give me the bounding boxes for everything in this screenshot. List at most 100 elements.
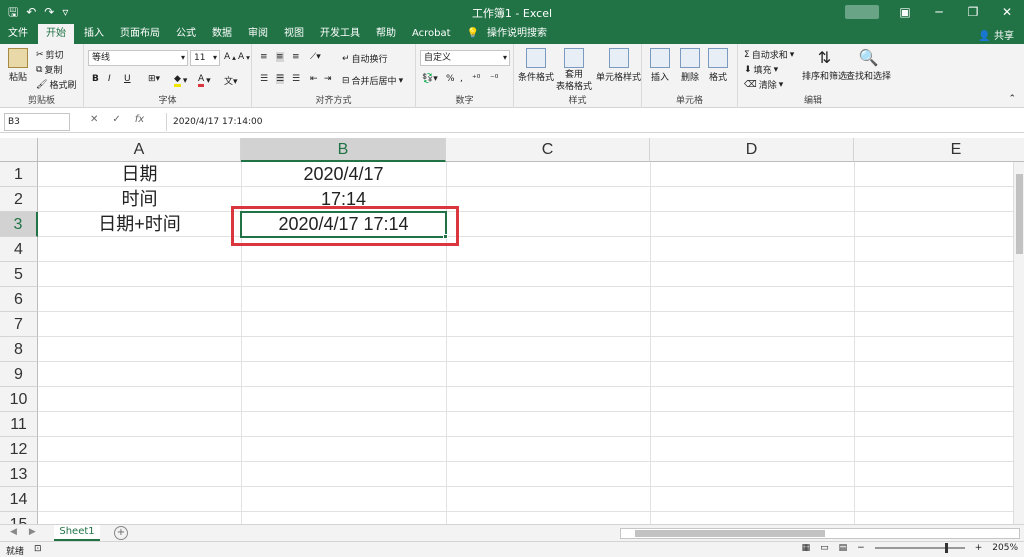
row-header-15[interactable]: 15 xyxy=(0,512,38,524)
sheet-tab-sheet1[interactable]: Sheet1 xyxy=(54,525,100,541)
insert-function-icon[interactable]: fx xyxy=(135,114,144,125)
autosum-button[interactable]: Σ 自动求和 ▾ xyxy=(744,48,794,62)
enter-icon[interactable]: ✓ xyxy=(112,114,120,125)
cell-b1[interactable]: 2020/4/17 xyxy=(241,162,446,187)
sheet-prev-icon[interactable]: ◀ xyxy=(10,527,17,537)
vertical-scrollbar[interactable] xyxy=(1013,162,1024,524)
font-size-combo[interactable]: 11 ▾ xyxy=(190,50,220,66)
row-header-2[interactable]: 2 xyxy=(0,187,38,212)
cell-a3[interactable]: 日期+时间 xyxy=(38,212,241,237)
restore-icon[interactable]: ❐ xyxy=(956,0,990,24)
wrap-text-button[interactable]: ↵ 自动换行 xyxy=(342,52,388,66)
cancel-icon[interactable]: ✕ xyxy=(90,114,98,125)
phonetic-icon[interactable]: 文▾ xyxy=(224,74,238,87)
align-left-icon[interactable]: ☰ xyxy=(260,74,268,84)
column-header-e[interactable]: E xyxy=(854,138,1024,162)
row-header-10[interactable]: 10 xyxy=(0,387,38,412)
row-header-6[interactable]: 6 xyxy=(0,287,38,312)
orientation-icon[interactable]: ⟋▾ xyxy=(310,52,321,62)
borders-icon[interactable]: ⊞▾ xyxy=(148,74,160,84)
row-header-12[interactable]: 12 xyxy=(0,437,38,462)
percent-button[interactable]: % xyxy=(446,74,455,84)
formula-input[interactable]: 2020/4/17 17:14:00 xyxy=(166,113,1018,131)
zoom-out-button[interactable]: − xyxy=(857,543,865,553)
paste-button[interactable]: 粘贴 xyxy=(8,48,28,83)
format-cells-button[interactable]: 格式 xyxy=(708,48,728,83)
vertical-scroll-thumb[interactable] xyxy=(1016,174,1023,254)
align-center-icon[interactable]: ☰ xyxy=(276,74,285,84)
add-sheet-icon[interactable]: + xyxy=(114,526,128,540)
fill-button[interactable]: ⬇ 填充 ▾ xyxy=(744,63,778,77)
name-box[interactable]: B3 xyxy=(4,113,70,131)
cell-a2[interactable]: 时间 xyxy=(38,187,241,212)
row-header-1[interactable]: 1 xyxy=(0,162,38,187)
copy-button[interactable]: ⧉ 复制 xyxy=(36,63,62,77)
tab-review[interactable]: 审阅 xyxy=(240,24,276,44)
horizontal-scrollbar[interactable] xyxy=(620,528,1020,539)
page-layout-view-icon[interactable]: ▭ xyxy=(820,543,829,553)
column-header-d[interactable]: D xyxy=(650,138,854,162)
zoom-level[interactable]: 205% xyxy=(992,543,1018,553)
zoom-slider-knob[interactable] xyxy=(944,543,948,553)
find-select-button[interactable]: 🔍 查找和选择 xyxy=(846,48,891,82)
tab-file[interactable]: 文件 xyxy=(0,24,36,44)
delete-cells-button[interactable]: 删除 xyxy=(680,48,700,83)
row-header-3[interactable]: 3 xyxy=(0,212,38,237)
tab-acrobat[interactable]: Acrobat xyxy=(404,24,459,44)
comma-button[interactable]: , xyxy=(460,74,463,84)
tab-view[interactable]: 视图 xyxy=(276,24,312,44)
tab-formulas[interactable]: 公式 xyxy=(168,24,204,44)
underline-button[interactable]: U xyxy=(124,74,131,84)
row-header-9[interactable]: 9 xyxy=(0,362,38,387)
row-header-5[interactable]: 5 xyxy=(0,262,38,287)
increase-indent-icon[interactable]: ⇥ xyxy=(324,74,332,84)
cell-styles-button[interactable]: 单元格样式 xyxy=(596,48,641,83)
select-all-corner[interactable] xyxy=(0,138,38,162)
column-header-a[interactable]: A xyxy=(38,138,241,162)
align-bottom-icon[interactable]: ≡ xyxy=(292,52,300,62)
worksheet-grid[interactable]: A B C D E 1 2 3 4 5 6 7 8 9 10 11 12 13 … xyxy=(0,138,1024,524)
decrease-decimal-icon[interactable]: ⁻⁰ xyxy=(490,74,498,84)
normal-view-icon[interactable]: ▦ xyxy=(802,543,811,553)
sheet-next-icon[interactable]: ▶ xyxy=(29,527,36,537)
merge-center-button[interactable]: ⊟ 合并后居中 ▾ xyxy=(342,74,403,88)
tab-home[interactable]: 开始 xyxy=(38,24,74,44)
row-header-13[interactable]: 13 xyxy=(0,462,38,487)
grow-font-icon[interactable]: A ▴ xyxy=(224,52,236,62)
clear-button[interactable]: ⌫ 清除 ▾ xyxy=(744,78,783,92)
currency-icon[interactable]: 💱▾ xyxy=(422,74,438,84)
insert-cells-button[interactable]: 插入 xyxy=(650,48,670,83)
account-avatar[interactable] xyxy=(845,5,879,19)
row-header-11[interactable]: 11 xyxy=(0,412,38,437)
tab-data[interactable]: 数据 xyxy=(204,24,240,44)
minimize-icon[interactable]: ─ xyxy=(922,0,956,24)
row-header-4[interactable]: 4 xyxy=(0,237,38,262)
format-as-table-button[interactable]: 套用 表格格式 xyxy=(556,48,592,92)
column-header-b[interactable]: B xyxy=(241,138,446,162)
row-header-8[interactable]: 8 xyxy=(0,337,38,362)
font-color-icon[interactable]: A ▾ xyxy=(198,74,211,87)
format-painter-button[interactable]: 🖌 格式刷 xyxy=(36,78,76,92)
align-middle-icon[interactable]: ≡ xyxy=(276,52,284,62)
decrease-indent-icon[interactable]: ⇤ xyxy=(310,74,318,84)
sort-filter-button[interactable]: ⇅ 排序和筛选 xyxy=(802,48,847,82)
number-format-combo[interactable]: 自定义 ▾ xyxy=(420,50,510,66)
macro-record-icon[interactable]: ⊡ xyxy=(34,544,42,554)
align-right-icon[interactable]: ☰ xyxy=(292,74,300,84)
collapse-ribbon-icon[interactable]: ⌃ xyxy=(1008,94,1016,104)
shrink-font-icon[interactable]: A ▾ xyxy=(238,52,250,62)
fill-color-icon[interactable]: ◆ ▾ xyxy=(174,74,187,87)
font-name-combo[interactable]: 等线 ▾ xyxy=(88,50,188,66)
tab-page-layout[interactable]: 页面布局 xyxy=(112,24,168,44)
italic-button[interactable]: I xyxy=(108,74,111,84)
tell-me-search[interactable]: 操作说明搜索 xyxy=(487,24,555,44)
cut-button[interactable]: ✂ 剪切 xyxy=(36,48,64,62)
bold-button[interactable]: B xyxy=(92,74,99,84)
column-header-c[interactable]: C xyxy=(446,138,650,162)
tab-help[interactable]: 帮助 xyxy=(368,24,404,44)
page-break-view-icon[interactable]: ▤ xyxy=(839,543,848,553)
cell-a1[interactable]: 日期 xyxy=(38,162,241,187)
ribbon-display-icon[interactable]: ▣ xyxy=(888,0,922,24)
tab-insert[interactable]: 插入 xyxy=(76,24,112,44)
horizontal-scroll-thumb[interactable] xyxy=(635,530,825,537)
